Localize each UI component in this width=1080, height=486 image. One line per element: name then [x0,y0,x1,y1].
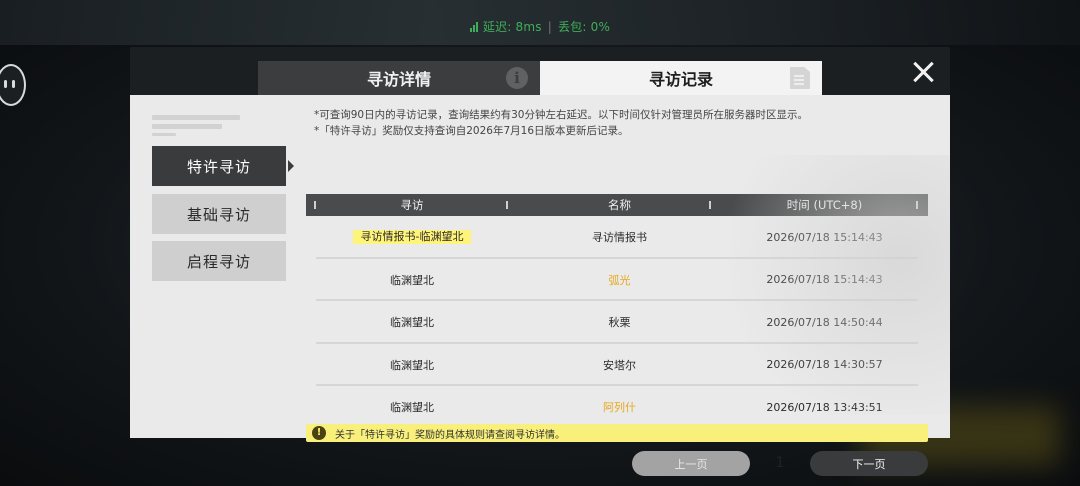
sidebar-item-label: 启程寻访 [186,252,251,271]
table-row: 临渊望北 阿列什 2026/07/18 13:43:51 [306,386,928,429]
sidebar-item-label: 基础寻访 [186,205,251,224]
signal-icon [469,22,480,32]
sidebar-item-starter-pull[interactable]: 启程寻访 [152,241,286,281]
cell-name: 寻访情报书 [592,231,647,245]
tip-text: 关于「特许寻访」奖励的具体规则请查阅寻访详情。 [335,429,565,441]
cell-pool: 临渊望北 [390,316,434,330]
sidebar-item-basic-pull[interactable]: 基础寻访 [152,194,286,234]
table-row: 临渊望北 秋栗 2026/07/18 14:50:44 [306,301,928,344]
cell-name: 弧光 [608,273,631,287]
column-header-name: 名称 [518,194,721,216]
notes: *可查询90日内的寻访记录，查询结果约有30分钟左右延迟。以下时间仅针对管理员所… [314,107,808,139]
tab-records[interactable]: 寻访记录 [540,61,822,95]
tab-details-label: 寻访详情 [366,70,431,89]
highlighted-pool-name: 寻访情报书-临渊望北 [352,230,472,245]
table-row: 临渊望北 安塔尔 2026/07/18 14:30:57 [306,344,928,387]
cell-time: 2026/07/18 14:30:57 [766,358,883,372]
dialog-body: 特许寻访 基础寻访 启程寻访 *可查询90日内的寻访记录，查询结果约有30分钟左… [130,95,950,476]
assistant-bot-icon[interactable] [0,64,26,106]
column-header-pool: 寻访 [306,194,518,216]
latency-text: 延迟: 8ms [482,20,542,34]
note-line-1: *可查询90日内的寻访记录，查询结果约有30分钟左右延迟。以下时间仅针对管理员所… [314,109,808,121]
cell-name: 秋栗 [608,316,631,330]
table-row: 临渊望北 弧光 2026/07/18 15:14:43 [306,259,928,302]
network-status: 延迟: 8ms | 丢包: 0% [0,18,1080,35]
info-icon: i [506,67,528,89]
status-separator: | [547,20,552,34]
prev-page-button[interactable]: 上一页 [632,451,750,476]
document-icon [790,67,810,89]
gacha-history-dialog: 寻访详情 i 寻访记录 特许寻访 基础寻访 启程寻访 *可查询90日内的寻访记录… [130,47,950,476]
tab-records-label: 寻访记录 [648,70,713,89]
tip-bar[interactable]: ! 关于「特许寻访」奖励的具体规则请查阅寻访详情。 [306,424,928,442]
cell-pool: 寻访情报书-临渊望北 [306,216,518,259]
cell-pool: 临渊望北 [390,358,434,372]
packet-loss-text: 丢包: 0% [557,20,611,34]
next-page-button[interactable]: 下一页 [810,451,928,476]
cell-name: 安塔尔 [603,358,636,372]
note-line-2: *「特许寻访」奖励仅支持查询自2026年7月16日版本更新后记录。 [314,125,629,137]
cell-pool: 临渊望北 [390,401,434,415]
cell-time: 2026/07/18 15:14:43 [766,273,883,287]
table-body: 寻访情报书-临渊望北 寻访情报书 2026/07/18 15:14:43 临渊望… [306,216,928,429]
cell-name: 阿列什 [603,401,636,415]
sidebar-item-label: 特许寻访 [186,157,251,176]
cell-time: 2026/07/18 15:14:43 [766,230,883,244]
column-header-time: 时间 (UTC+8) [721,194,928,216]
sidebar-item-special-pull[interactable]: 特许寻访 [152,146,294,186]
cell-pool: 临渊望北 [390,273,434,287]
page-number: 1 [775,455,785,471]
close-button[interactable] [912,61,934,83]
cell-time: 2026/07/18 13:43:51 [766,400,883,414]
side-logo [152,115,240,140]
cell-time: 2026/07/18 14:50:44 [766,315,883,329]
table-header: 寻访 名称 时间 (UTC+8) [306,194,928,216]
warning-icon: ! [312,426,326,440]
tab-details[interactable]: 寻访详情 i [258,61,540,95]
table-row: 寻访情报书-临渊望北 寻访情报书 2026/07/18 15:14:43 [306,216,928,259]
